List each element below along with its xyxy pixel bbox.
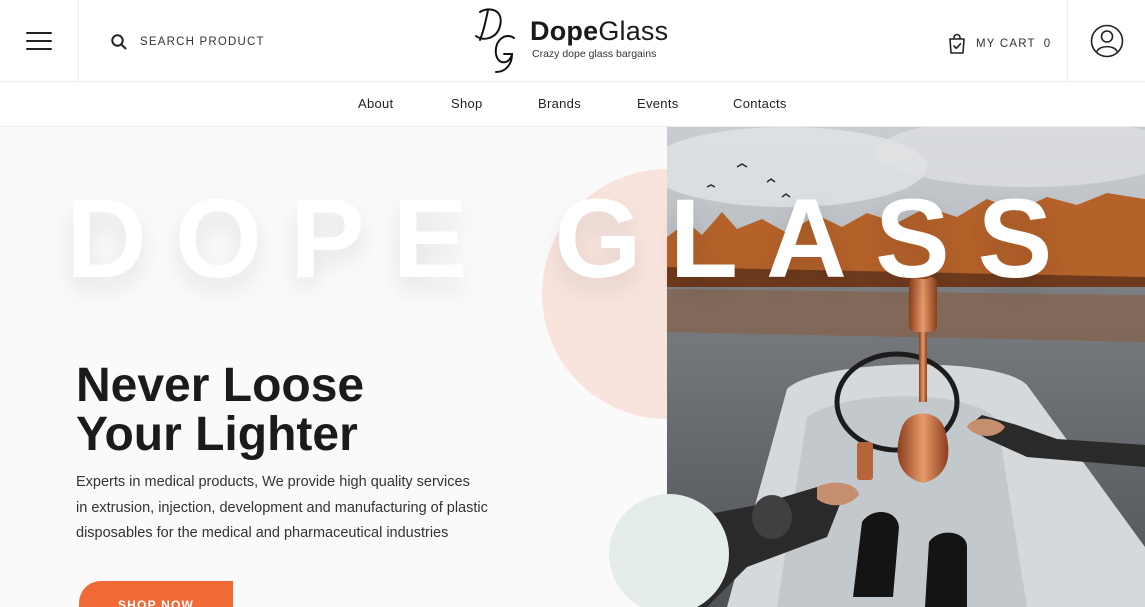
decorative-circle-blue <box>609 494 729 607</box>
nav-item-about[interactable]: About <box>358 96 393 111</box>
brand-name: DopeGlass <box>530 16 669 46</box>
account-button[interactable] <box>1067 0 1145 82</box>
main-nav: About Shop Brands Events Contacts <box>0 82 1145 127</box>
menu-icon <box>26 32 52 50</box>
hero-headline: Never Loose Your Lighter <box>76 361 476 459</box>
headline-line-2: Your Lighter <box>76 408 358 461</box>
cart-count: 0 <box>1043 38 1051 50</box>
description-line-2: in extrusion, injection, development and… <box>76 499 488 516</box>
user-icon <box>1090 24 1123 58</box>
brand-logo[interactable]: DopeGlass Crazy dope glass bargains <box>470 4 680 76</box>
search-input[interactable]: SEARCH PRODUCT <box>110 32 265 52</box>
monogram-logo <box>475 8 515 73</box>
headline-line-1: Never Loose <box>76 359 365 412</box>
menu-button[interactable] <box>0 0 79 82</box>
hero-watermark-title: DOPE GLASS <box>66 176 1081 301</box>
cart-label: MY CART <box>976 38 1036 50</box>
description-line-3: disposables for the medical and pharmace… <box>76 525 449 541</box>
cart-icon <box>949 33 965 54</box>
search-icon <box>111 34 127 50</box>
shop-now-button[interactable]: SHOP NOW <box>79 581 233 607</box>
site-header: SEARCH PRODUCT DopeGlass Crazy dope glas… <box>0 0 1145 82</box>
nav-item-contacts[interactable]: Contacts <box>733 96 787 111</box>
cart-button[interactable]: MY CART 0 <box>947 33 1050 55</box>
nav-item-shop[interactable]: Shop <box>451 96 483 111</box>
search-placeholder: SEARCH PRODUCT <box>140 36 265 48</box>
nav-item-events[interactable]: Events <box>637 96 679 111</box>
description-line-1: Experts in medical products, We provide … <box>76 474 470 490</box>
nav-item-brands[interactable]: Brands <box>538 96 581 111</box>
hero-description: Experts in medical products, We provide … <box>76 470 516 547</box>
brand-tagline: Crazy dope glass bargains <box>532 48 657 60</box>
